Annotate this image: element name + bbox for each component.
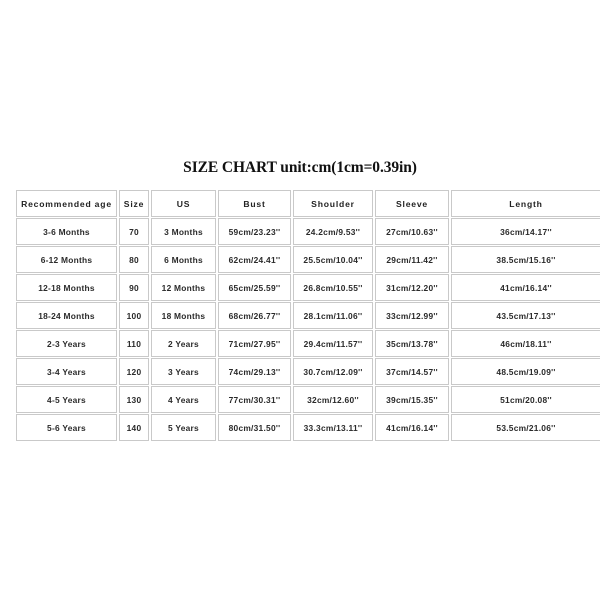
column-header-size: Size [119, 190, 149, 217]
cell-size: 70 [119, 218, 149, 245]
cell-us: 6 Months [151, 246, 216, 273]
cell-us: 5 Years [151, 414, 216, 441]
table-row: 5-6 Years 140 5 Years 80cm/31.50'' 33.3c… [16, 414, 600, 441]
table-row: 3-4 Years 120 3 Years 74cm/29.13'' 30.7c… [16, 358, 600, 385]
cell-bust: 59cm/23.23'' [218, 218, 291, 245]
table-row: 18-24 Months 100 18 Months 68cm/26.77'' … [16, 302, 600, 329]
cell-bust: 77cm/30.31'' [218, 386, 291, 413]
cell-sleeve: 29cm/11.42'' [375, 246, 449, 273]
cell-bust: 71cm/27.95'' [218, 330, 291, 357]
cell-recommended-age: 3-6 Months [16, 218, 117, 245]
cell-size: 110 [119, 330, 149, 357]
cell-sleeve: 41cm/16.14'' [375, 414, 449, 441]
cell-length: 36cm/14.17'' [451, 218, 600, 245]
cell-recommended-age: 5-6 Years [16, 414, 117, 441]
cell-us: 3 Years [151, 358, 216, 385]
cell-size: 90 [119, 274, 149, 301]
cell-size: 100 [119, 302, 149, 329]
column-header-shoulder: Shoulder [293, 190, 373, 217]
cell-sleeve: 39cm/15.35'' [375, 386, 449, 413]
cell-bust: 68cm/26.77'' [218, 302, 291, 329]
cell-shoulder: 29.4cm/11.57'' [293, 330, 373, 357]
size-chart-table: Recommended age Size US Bust Shoulder Sl… [14, 189, 600, 442]
cell-shoulder: 24.2cm/9.53'' [293, 218, 373, 245]
cell-bust: 74cm/29.13'' [218, 358, 291, 385]
page-title: SIZE CHART unit:cm(1cm=0.39in) [183, 159, 417, 176]
cell-us: 12 Months [151, 274, 216, 301]
table-row: 12-18 Months 90 12 Months 65cm/25.59'' 2… [16, 274, 600, 301]
cell-length: 43.5cm/17.13'' [451, 302, 600, 329]
cell-sleeve: 31cm/12.20'' [375, 274, 449, 301]
cell-size: 120 [119, 358, 149, 385]
cell-bust: 65cm/25.59'' [218, 274, 291, 301]
table-row: 2-3 Years 110 2 Years 71cm/27.95'' 29.4c… [16, 330, 600, 357]
cell-recommended-age: 2-3 Years [16, 330, 117, 357]
cell-us: 2 Years [151, 330, 216, 357]
cell-shoulder: 33.3cm/13.11'' [293, 414, 373, 441]
cell-recommended-age: 12-18 Months [16, 274, 117, 301]
column-header-bust: Bust [218, 190, 291, 217]
table-header-row: Recommended age Size US Bust Shoulder Sl… [16, 190, 600, 217]
cell-us: 4 Years [151, 386, 216, 413]
column-header-sleeve: Sleeve [375, 190, 449, 217]
column-header-recommended-age: Recommended age [16, 190, 117, 217]
size-chart-container: Recommended age Size US Bust Shoulder Sl… [14, 189, 600, 442]
cell-length: 41cm/16.14'' [451, 274, 600, 301]
cell-recommended-age: 18-24 Months [16, 302, 117, 329]
cell-shoulder: 30.7cm/12.09'' [293, 358, 373, 385]
cell-us: 18 Months [151, 302, 216, 329]
cell-recommended-age: 4-5 Years [16, 386, 117, 413]
cell-shoulder: 26.8cm/10.55'' [293, 274, 373, 301]
column-header-length: Length [451, 190, 600, 217]
cell-bust: 80cm/31.50'' [218, 414, 291, 441]
column-header-us: US [151, 190, 216, 217]
cell-us: 3 Months [151, 218, 216, 245]
cell-length: 53.5cm/21.06'' [451, 414, 600, 441]
cell-length: 38.5cm/15.16'' [451, 246, 600, 273]
cell-length: 51cm/20.08'' [451, 386, 600, 413]
cell-bust: 62cm/24.41'' [218, 246, 291, 273]
cell-size: 130 [119, 386, 149, 413]
cell-sleeve: 37cm/14.57'' [375, 358, 449, 385]
cell-shoulder: 28.1cm/11.06'' [293, 302, 373, 329]
table-row: 6-12 Months 80 6 Months 62cm/24.41'' 25.… [16, 246, 600, 273]
cell-sleeve: 27cm/10.63'' [375, 218, 449, 245]
cell-recommended-age: 6-12 Months [16, 246, 117, 273]
table-row: 4-5 Years 130 4 Years 77cm/30.31'' 32cm/… [16, 386, 600, 413]
cell-sleeve: 33cm/12.99'' [375, 302, 449, 329]
cell-size: 140 [119, 414, 149, 441]
cell-shoulder: 25.5cm/10.04'' [293, 246, 373, 273]
cell-length: 48.5cm/19.09'' [451, 358, 600, 385]
cell-recommended-age: 3-4 Years [16, 358, 117, 385]
cell-size: 80 [119, 246, 149, 273]
table-row: 3-6 Months 70 3 Months 59cm/23.23'' 24.2… [16, 218, 600, 245]
cell-sleeve: 35cm/13.78'' [375, 330, 449, 357]
cell-length: 46cm/18.11'' [451, 330, 600, 357]
size-chart-page: SIZE CHART unit:cm(1cm=0.39in) Recommend… [0, 0, 600, 600]
cell-shoulder: 32cm/12.60'' [293, 386, 373, 413]
